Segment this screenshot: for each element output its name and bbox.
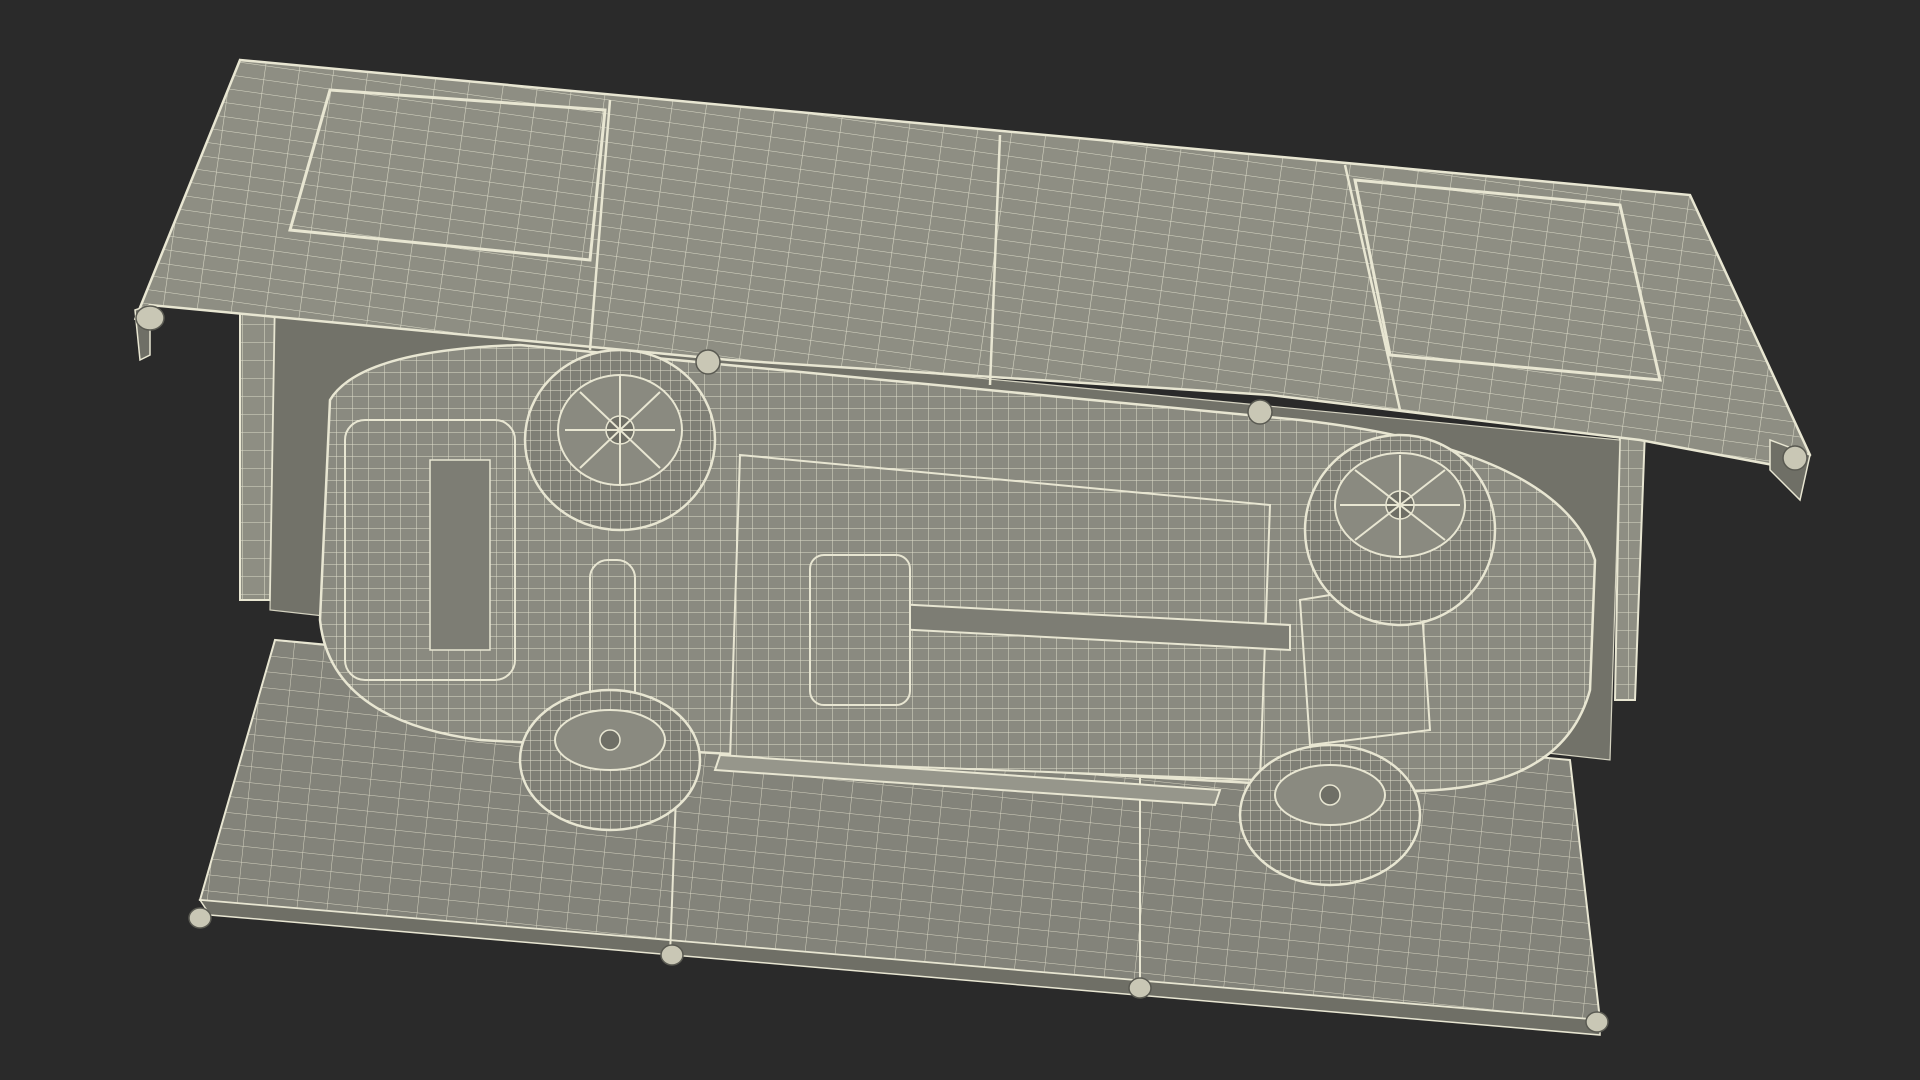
wheel-rear-left — [1303, 433, 1497, 627]
wheel-front-right — [518, 688, 702, 832]
wheel-front-left — [523, 348, 717, 532]
render-viewport — [0, 0, 1920, 1080]
wireframe-render — [0, 0, 1920, 1080]
wheel-rear-right — [1238, 743, 1422, 887]
